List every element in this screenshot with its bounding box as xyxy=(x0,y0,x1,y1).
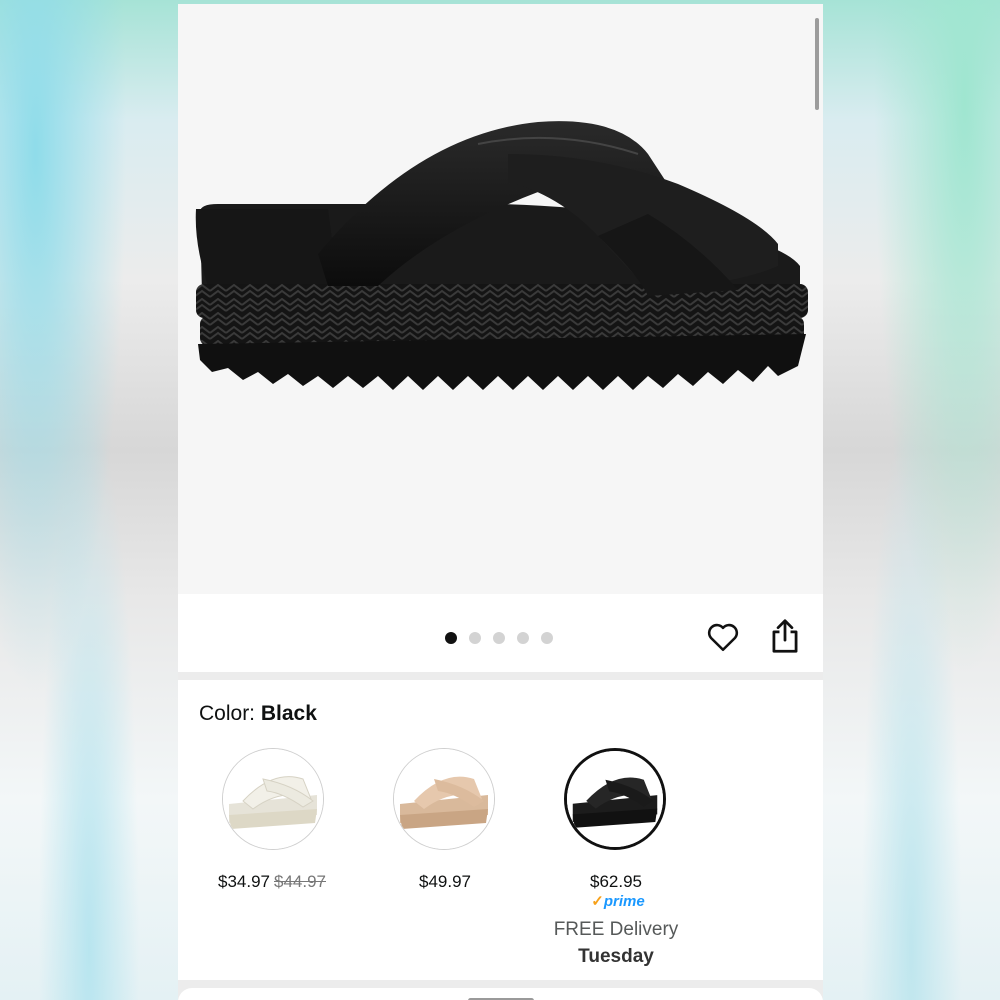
product-image-carousel[interactable] xyxy=(178,4,823,594)
prime-badge: ✓prime xyxy=(588,892,648,910)
nude-sandal-thumbnail xyxy=(394,749,494,849)
swatch-nude-price: $49.97 xyxy=(419,872,471,892)
background-left xyxy=(0,0,178,1000)
price-current: $62.95 xyxy=(590,872,642,891)
carousel-dot[interactable] xyxy=(517,632,529,644)
swatch-black[interactable] xyxy=(564,748,666,850)
bottom-sheet[interactable] xyxy=(178,988,823,1000)
delivery-label: FREE Delivery xyxy=(553,919,679,940)
background-right xyxy=(823,0,1000,1000)
price-current: $34.97 xyxy=(218,872,270,891)
carousel-dot[interactable] xyxy=(445,632,457,644)
product-image xyxy=(195,121,808,390)
swatch-white-price: $34.97 $44.97 xyxy=(218,872,326,892)
color-label-text: Color: xyxy=(199,702,256,725)
swatch-black-price: $62.95 xyxy=(590,872,642,892)
prime-check-icon: ✓ xyxy=(591,893,604,910)
carousel-dots[interactable] xyxy=(445,632,553,644)
selected-color-name: Black xyxy=(260,702,317,725)
delivery-day: Tuesday xyxy=(578,946,654,967)
share-button[interactable] xyxy=(768,618,802,654)
price-list: $44.97 xyxy=(274,872,326,891)
carousel-dot[interactable] xyxy=(493,632,505,644)
heart-icon xyxy=(707,623,739,652)
product-page: Color: Black $34.97 $44.97 $49.97 $62.95… xyxy=(178,4,823,1000)
delivery-info: FREE Delivery Tuesday xyxy=(538,916,694,970)
carousel-dot[interactable] xyxy=(469,632,481,644)
swatch-nude[interactable] xyxy=(393,748,495,850)
scrollbar[interactable] xyxy=(815,18,819,110)
share-icon xyxy=(772,619,798,653)
image-controls xyxy=(178,594,823,672)
black-sandal-thumbnail xyxy=(567,751,663,847)
price-current: $49.97 xyxy=(419,872,471,891)
color-selector: Color: Black $34.97 $44.97 $49.97 $62.95… xyxy=(178,680,823,980)
carousel-dot[interactable] xyxy=(541,632,553,644)
swatch-white[interactable] xyxy=(222,748,324,850)
wishlist-button[interactable] xyxy=(706,620,740,654)
color-label: Color: Black xyxy=(199,702,317,726)
prime-text: prime xyxy=(603,893,645,910)
white-sandal-thumbnail xyxy=(223,749,323,849)
